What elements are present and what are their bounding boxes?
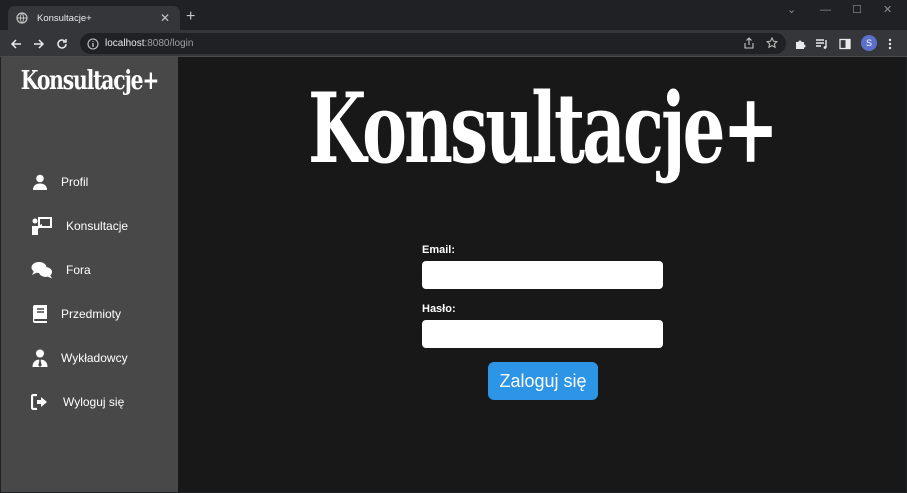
share-icon[interactable] (742, 36, 756, 50)
globe-icon (16, 12, 28, 24)
maximize-button[interactable]: ☐ (852, 4, 862, 16)
bookmark-star-icon[interactable] (765, 36, 779, 50)
book-icon (31, 305, 49, 323)
sidebar-item-label: Fora (66, 263, 91, 277)
forward-button[interactable] (31, 36, 47, 52)
url-host: localhost (105, 38, 145, 49)
chevron-down-icon[interactable]: ⌄ (787, 4, 796, 16)
email-field[interactable] (422, 261, 663, 289)
comments-icon (31, 261, 53, 279)
sidebar-item-label: Konsultacje (66, 219, 129, 233)
email-label: Email: (422, 244, 456, 256)
arrow-right-icon (34, 39, 45, 49)
tab-strip: Konsultacje+ ✕ + ⌄ — ☐ ✕ (0, 0, 907, 30)
main-content: Konsultacje+ Email: Hasło: Zaloguj się (178, 57, 906, 492)
reload-button[interactable] (54, 36, 70, 52)
password-field[interactable] (422, 320, 663, 348)
address-bar[interactable]: localhost:8080/login (80, 33, 786, 54)
reading-list-icon[interactable] (815, 37, 829, 51)
sidebar-item-label: Wykładowcy (61, 351, 128, 365)
sign-out-icon (31, 393, 49, 411)
tab-title: Konsultacje+ (37, 12, 92, 24)
sidebar-item-wyloguj[interactable]: Wyloguj się (31, 392, 124, 412)
sidebar-item-konsultacje[interactable]: Konsultacje (31, 216, 128, 236)
sidebar-logo[interactable]: Konsultacje+ (20, 66, 160, 96)
teacher-board-icon (31, 217, 53, 235)
url-text: localhost:8080/login (105, 38, 193, 49)
close-tab-icon[interactable]: ✕ (158, 12, 172, 24)
password-label: Hasło: (422, 303, 456, 315)
browser-toolbar: localhost:8080/login (0, 30, 907, 57)
sidebar-item-fora[interactable]: Fora (31, 260, 91, 280)
user-icon (31, 173, 49, 191)
arrow-left-icon (10, 39, 21, 49)
sidebar: Konsultacje+ Profil Konsultacje Fora Prz… (1, 57, 178, 492)
new-tab-button[interactable]: + (186, 9, 195, 25)
info-icon[interactable] (87, 37, 99, 50)
page-title: Konsultacje+ (307, 72, 779, 185)
extensions-icon[interactable] (793, 37, 807, 51)
sidebar-item-przedmioty[interactable]: Przedmioty (31, 304, 121, 324)
browser-chrome: Konsultacje+ ✕ + ⌄ — ☐ ✕ localhost:8080/… (0, 0, 907, 57)
minimize-button[interactable]: — (820, 4, 831, 16)
sidebar-item-profil[interactable]: Profil (31, 172, 88, 192)
back-button[interactable] (8, 36, 24, 52)
reload-icon (57, 39, 67, 49)
sidebar-item-label: Profil (61, 175, 89, 189)
close-window-button[interactable]: ✕ (883, 4, 892, 16)
browser-tab[interactable]: Konsultacje+ ✕ (8, 6, 180, 30)
page: Konsultacje+ Profil Konsultacje Fora Prz… (1, 57, 906, 492)
login-button[interactable]: Zaloguj się (488, 362, 598, 400)
profile-avatar[interactable]: S (861, 35, 877, 51)
url-path: :8080/login (144, 38, 194, 49)
side-panel-icon[interactable] (838, 37, 852, 51)
sidebar-item-label: Przedmioty (61, 307, 122, 321)
user-tie-icon (31, 349, 49, 367)
sidebar-item-wykladowcy[interactable]: Wykładowcy (31, 348, 128, 368)
sidebar-item-label: Wyloguj się (63, 395, 125, 409)
more-menu-icon[interactable] (883, 37, 897, 51)
